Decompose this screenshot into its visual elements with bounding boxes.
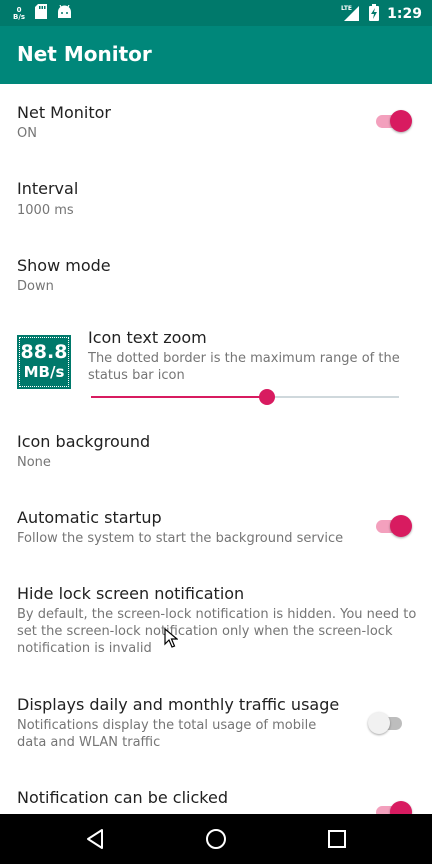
pref-hide-lock-screen[interactable]: Hide lock screen notification By default… <box>0 574 432 684</box>
back-icon[interactable] <box>82 826 108 852</box>
slider-thumb[interactable] <box>259 389 275 405</box>
switch-thumb <box>390 801 412 814</box>
clock: 1:29 <box>387 6 422 22</box>
lte-signal-icon: LTE <box>341 3 361 25</box>
pref-daily-monthly-traffic[interactable]: Displays daily and monthly traffic usage… <box>0 684 432 780</box>
status-bar: 0 B/s LTE 1:29 <box>0 0 432 26</box>
pref-net-monitor[interactable]: Net Monitor ON <box>0 84 432 160</box>
net-speed-unit: B/s <box>13 12 26 21</box>
slider-fill <box>91 396 267 398</box>
switch-thumb <box>390 515 412 537</box>
pref-summary: 1000 ms <box>17 203 74 218</box>
settings-list[interactable]: Net Monitor ON Interval 1000 ms Show mod… <box>0 84 432 814</box>
network-type-label: LTE <box>341 5 352 12</box>
pref-summary: By default, the screen-lock notification… <box>17 607 417 656</box>
switch-thumb <box>368 712 390 734</box>
automatic-startup-switch[interactable] <box>374 514 414 538</box>
pref-title: Displays daily and monthly traffic usage <box>17 695 340 714</box>
pref-summary: ON <box>17 126 37 141</box>
pref-automatic-startup[interactable]: Automatic startup Follow the system to s… <box>0 498 432 574</box>
pref-title: Interval <box>17 179 79 198</box>
icon-preview-value: 88.8 <box>20 341 68 363</box>
navigation-bar <box>0 814 432 864</box>
pref-title: Show mode <box>17 256 111 275</box>
icon-preview: 88.8 MB/s <box>17 335 71 389</box>
icon-preview-unit: MB/s <box>23 363 65 381</box>
pref-icon-background[interactable]: Icon background None <box>0 422 432 498</box>
mouse-cursor-icon <box>164 628 178 648</box>
pref-summary: Follow the system to start the backgroun… <box>17 531 344 546</box>
pref-title: Automatic startup <box>17 508 162 527</box>
pref-summary: Down <box>17 279 54 294</box>
pref-interval[interactable]: Interval 1000 ms <box>0 160 432 236</box>
net-monitor-switch[interactable] <box>374 109 414 133</box>
notification-clickable-switch[interactable] <box>374 800 414 814</box>
pref-summary: None <box>17 455 51 470</box>
daily-monthly-switch[interactable] <box>368 711 408 735</box>
pref-title: Icon background <box>17 432 151 451</box>
app-title: Net Monitor <box>17 42 152 66</box>
switch-thumb <box>390 110 412 132</box>
pref-title: Icon text zoom <box>88 328 207 347</box>
battery-charging-icon <box>369 3 380 25</box>
pref-summary: The dotted border is the maximum range o… <box>88 351 400 383</box>
pref-title: Notification can be clicked <box>17 788 228 807</box>
pref-title: Hide lock screen notification <box>17 584 245 603</box>
pref-title: Net Monitor <box>17 103 111 122</box>
sd-card-icon <box>35 4 48 23</box>
pref-summary: Notifications display the total usage of… <box>17 718 317 750</box>
pref-show-mode[interactable]: Show mode Down <box>0 236 432 312</box>
app-bar: Net Monitor <box>0 26 432 84</box>
android-icon <box>57 4 72 23</box>
pref-notification-clickable[interactable]: Notification can be clicked <box>0 780 432 814</box>
home-icon[interactable] <box>203 826 229 852</box>
icon-text-zoom-slider[interactable] <box>91 384 399 412</box>
recents-icon[interactable] <box>324 826 350 852</box>
net-speed-indicator: 0 B/s <box>13 6 26 21</box>
